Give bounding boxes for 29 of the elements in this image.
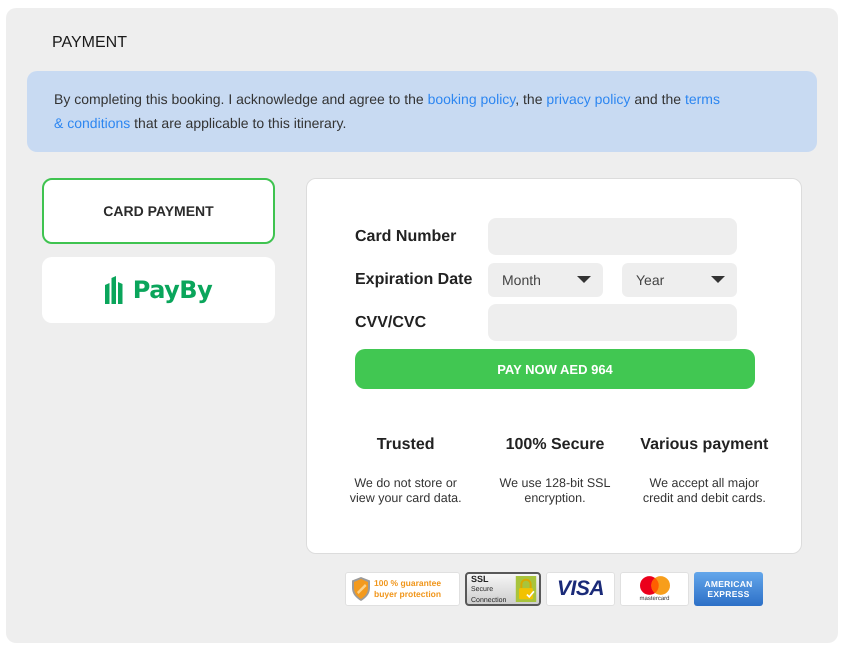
caret-icon [711,276,725,283]
policy-link[interactable]: & conditions [54,115,130,131]
feature-description: We accept all major credit and debit cards. [642,476,766,506]
shield-icon [352,577,370,601]
payment-method-tab[interactable]: CARD PAYMENT [42,178,275,244]
field-label: Card Number [355,228,458,246]
feature-title: Trusted [376,435,435,455]
policy-link[interactable]: privacy policy [546,91,630,107]
caret-icon [577,276,591,283]
guarantee-text: 100 % guarantee buyer protection [374,578,442,600]
notice-text: By completing this booking. I acknowledge and agree to the booking policy, the privacy policy and the terms & conditions that are applicable to this itinerary. [54,90,720,133]
bars-logo-icon [104,276,124,304]
feature-description: We do not store or view your card data. [350,476,462,506]
padlock-icon [515,576,537,602]
field-label: Expiration Date [355,270,474,288]
overlapping-circles-icon [640,576,670,594]
feature-title: Various payment [640,435,768,455]
payment-method-tab[interactable]: PayBy [42,257,275,323]
visa-logo: VISA [546,572,615,606]
amex-logo: AMERICAN EXPRESS [694,572,763,606]
feature-title: 100% Secure [506,435,604,455]
policy-link[interactable]: booking policy [428,91,516,107]
pay-button[interactable]: PAY NOW AED 964 [355,349,755,389]
feature-description: We use 128-bit SSL encryption. [500,476,610,506]
policy-link[interactable]: terms [684,91,720,107]
section-title: PAYMENT [52,33,128,53]
field-label: CVV/CVC [355,314,428,332]
dropdown[interactable]: Month [488,262,603,296]
dropdown[interactable]: Year [622,262,737,296]
